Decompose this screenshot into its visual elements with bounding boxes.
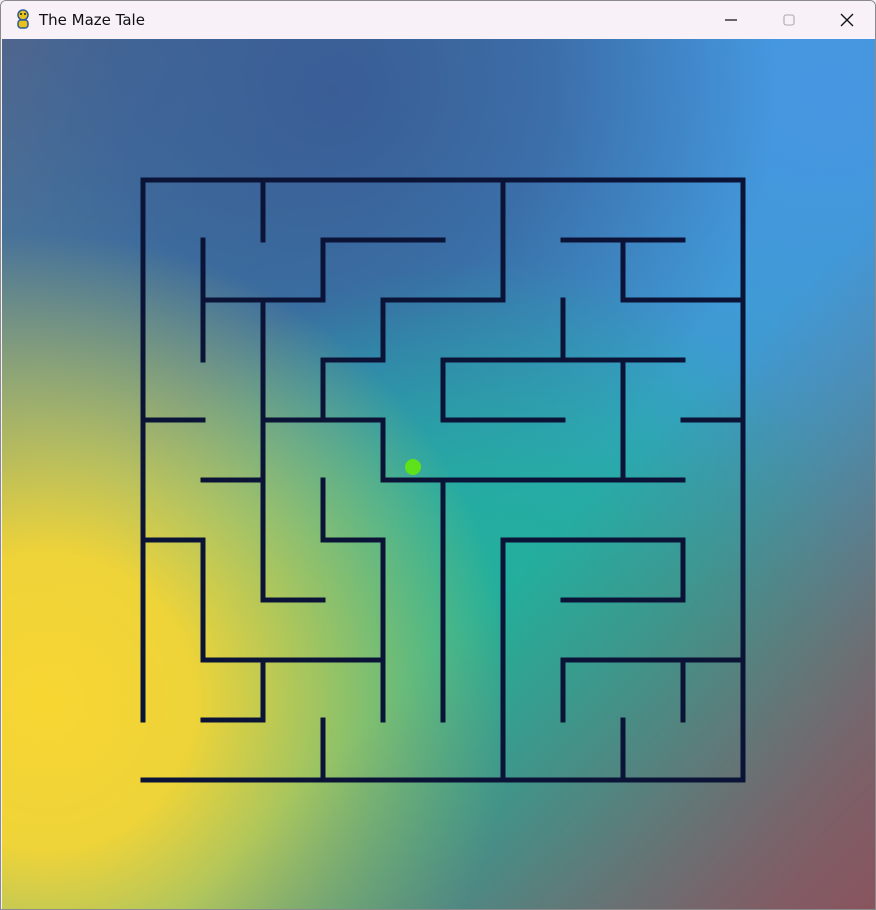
game-window: The Maze Tale <box>0 0 876 910</box>
maximize-icon <box>783 14 795 26</box>
title-bar[interactable]: The Maze Tale <box>1 1 875 39</box>
maze-walls <box>140 177 746 783</box>
minimize-icon <box>725 19 737 21</box>
close-button[interactable] <box>818 1 875 39</box>
window-title: The Maze Tale <box>39 11 145 29</box>
python-icon <box>17 9 29 29</box>
game-canvas[interactable] <box>2 39 875 909</box>
maze <box>140 177 746 783</box>
close-icon <box>840 13 854 27</box>
player-dot <box>405 459 421 475</box>
minimize-button[interactable] <box>702 1 760 39</box>
maximize-button[interactable] <box>760 1 818 39</box>
